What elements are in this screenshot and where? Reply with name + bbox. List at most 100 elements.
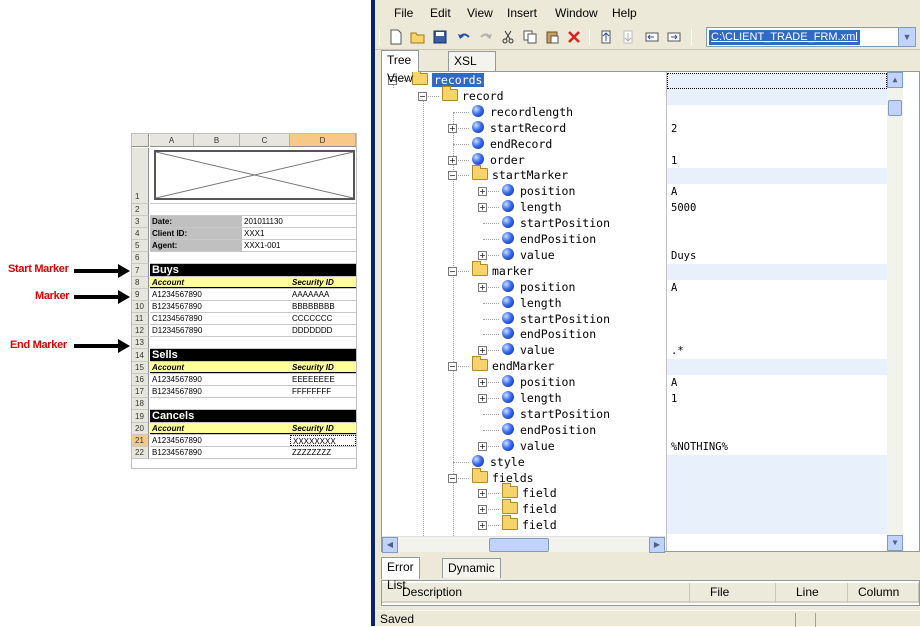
tree-node[interactable]: position: [502, 374, 575, 390]
row-number[interactable]: 10: [132, 301, 149, 313]
row-number[interactable]: 17: [132, 386, 149, 398]
expand-icon[interactable]: +: [478, 282, 487, 292]
column-description[interactable]: Description: [382, 583, 690, 603]
tree-node[interactable]: startRecord: [472, 120, 566, 136]
collapse-icon[interactable]: −: [448, 473, 457, 483]
node-value[interactable]: A: [667, 280, 887, 296]
tab-error-list[interactable]: Error List: [381, 557, 420, 592]
row-number[interactable]: 4: [132, 228, 149, 240]
vertical-scrollbar[interactable]: ▲ ▼: [887, 72, 903, 551]
row-number[interactable]: 19: [132, 410, 149, 423]
node-value[interactable]: [667, 423, 887, 439]
column-file[interactable]: File: [690, 583, 776, 603]
node-value[interactable]: [667, 216, 887, 232]
expand-icon[interactable]: +: [478, 394, 487, 403]
node-value[interactable]: [667, 232, 887, 248]
expand-icon[interactable]: +: [478, 378, 487, 388]
row-number[interactable]: 15: [132, 362, 149, 374]
tree-node[interactable]: marker: [472, 260, 534, 279]
row-number[interactable]: 3: [132, 216, 149, 228]
new-file-icon[interactable]: [387, 28, 405, 46]
node-value[interactable]: [667, 518, 887, 535]
row-number[interactable]: 20: [132, 423, 149, 435]
tree-node[interactable]: length: [502, 295, 562, 311]
tree-node[interactable]: field: [502, 515, 557, 533]
tree-node[interactable]: endMarker: [472, 356, 554, 374]
tab-dynamic-help[interactable]: Dynamic Help: [442, 558, 501, 593]
expand-icon[interactable]: +: [448, 123, 457, 133]
node-value[interactable]: [667, 296, 887, 312]
node-value[interactable]: 1: [667, 153, 887, 169]
tree-node[interactable]: position: [502, 183, 575, 199]
menu-insert[interactable]: Insert: [507, 6, 537, 20]
node-value[interactable]: A: [667, 184, 887, 200]
tree-node[interactable]: value: [502, 438, 555, 454]
file-path-combo[interactable]: C:\CLIENT_TRADE_FRM.xml ▼: [706, 27, 916, 47]
node-value[interactable]: [667, 327, 887, 343]
row-number[interactable]: 5: [132, 240, 149, 252]
row-number[interactable]: 9: [132, 289, 149, 301]
tab-tree-view[interactable]: Tree View: [381, 50, 419, 85]
row-number[interactable]: 12: [132, 325, 149, 337]
move-up-icon[interactable]: [597, 28, 615, 46]
row-number[interactable]: 2: [132, 204, 149, 216]
tree-node[interactable]: startPosition: [502, 406, 610, 422]
tree-node[interactable]: record: [442, 85, 504, 104]
horizontal-scrollbar[interactable]: ◀ ▶: [382, 536, 665, 553]
node-value[interactable]: [667, 105, 887, 121]
collapse-icon[interactable]: −: [448, 266, 457, 276]
tree-node[interactable]: endPosition: [502, 326, 596, 342]
tree-node[interactable]: length: [502, 390, 562, 406]
menu-file[interactable]: File: [394, 6, 413, 20]
outdent-icon[interactable]: [643, 28, 661, 46]
row-number[interactable]: 22: [132, 447, 149, 459]
column-column[interactable]: Column: [848, 583, 919, 603]
scroll-left-icon[interactable]: ◀: [382, 537, 398, 553]
expand-icon[interactable]: +: [478, 187, 487, 197]
menu-window[interactable]: Window: [555, 6, 598, 20]
move-down-icon[interactable]: [619, 28, 637, 46]
scroll-right-icon[interactable]: ▶: [649, 537, 665, 553]
expand-icon[interactable]: +: [478, 441, 487, 451]
row-number[interactable]: 11: [132, 313, 149, 325]
column-header-a[interactable]: A: [150, 134, 194, 147]
tree-node[interactable]: startPosition: [502, 311, 610, 327]
node-value[interactable]: [667, 359, 887, 376]
node-value[interactable]: [667, 263, 887, 280]
menu-view[interactable]: View: [467, 6, 493, 20]
node-value[interactable]: %NOTHING%: [667, 439, 887, 455]
node-value[interactable]: .*: [667, 343, 887, 359]
horizontal-scroll-thumb[interactable]: [489, 538, 549, 552]
tree-node[interactable]: recordlength: [472, 104, 573, 120]
tree-node[interactable]: startMarker: [472, 165, 568, 183]
collapse-icon[interactable]: −: [448, 362, 457, 372]
node-value[interactable]: 1: [667, 391, 887, 407]
node-value[interactable]: [667, 73, 887, 89]
node-value[interactable]: [667, 454, 887, 471]
expand-icon[interactable]: +: [478, 346, 487, 356]
scroll-down-icon[interactable]: ▼: [887, 535, 903, 551]
row-number[interactable]: 14: [132, 349, 149, 362]
delete-icon[interactable]: [565, 28, 583, 46]
node-value[interactable]: [667, 312, 887, 328]
node-value[interactable]: [667, 88, 887, 105]
tree-node[interactable]: endPosition: [502, 231, 596, 247]
scroll-up-icon[interactable]: ▲: [887, 72, 903, 88]
column-header-b[interactable]: B: [194, 134, 240, 147]
tree-node[interactable]: value: [502, 342, 555, 358]
collapse-icon[interactable]: −: [448, 171, 457, 181]
node-value[interactable]: 5000: [667, 200, 887, 216]
menu-help[interactable]: Help: [612, 6, 637, 20]
copy-icon[interactable]: [521, 28, 539, 46]
tree-node[interactable]: startPosition: [502, 215, 610, 231]
node-value[interactable]: Duys: [667, 248, 887, 264]
column-header-c[interactable]: C: [240, 134, 290, 147]
node-value[interactable]: [667, 486, 887, 503]
vertical-scroll-thumb[interactable]: [888, 100, 902, 116]
column-header-d[interactable]: D: [290, 134, 356, 147]
expand-icon[interactable]: +: [478, 521, 487, 531]
redo-icon[interactable]: [477, 28, 495, 46]
save-icon[interactable]: [431, 28, 449, 46]
tree-node[interactable]: endRecord: [472, 136, 552, 152]
undo-icon[interactable]: [455, 28, 473, 46]
